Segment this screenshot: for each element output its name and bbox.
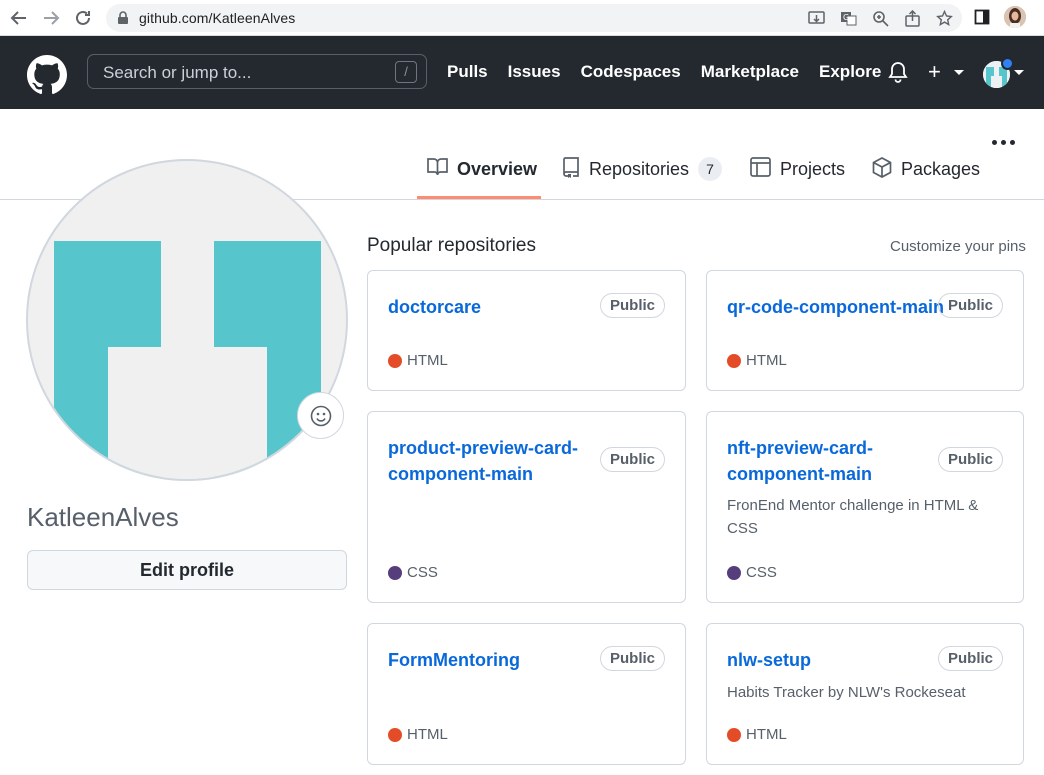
repo-name-link[interactable]: doctorcare <box>388 294 481 320</box>
tab-overview[interactable]: Overview <box>417 157 541 199</box>
nav-pulls[interactable]: Pulls <box>447 62 488 82</box>
repo-language: HTML <box>727 352 787 369</box>
set-status-smiley-icon[interactable] <box>297 392 344 439</box>
browser-profile-avatar[interactable] <box>1004 6 1026 28</box>
nav-codespaces[interactable]: Codespaces <box>581 62 681 82</box>
repo-name-link[interactable]: FormMentoring <box>388 647 520 673</box>
language-color-dot <box>388 565 402 580</box>
repo-card: nlw-setup Public Habits Tracker by NLW's… <box>706 623 1024 765</box>
forward-arrow-icon[interactable] <box>40 7 62 29</box>
share-icon[interactable] <box>902 8 922 28</box>
github-header: Search or jump to... / Pulls Issues Code… <box>0 36 1044 109</box>
language-label: CSS <box>407 564 438 581</box>
visibility-badge: Public <box>599 447 665 472</box>
search-input[interactable]: Search or jump to... / <box>87 54 427 89</box>
repo-name-line: nft-preview-card- <box>727 438 874 458</box>
popular-repositories-heading: Popular repositories <box>367 235 536 256</box>
address-bar[interactable]: github.com/KatleenAlves G <box>106 4 962 32</box>
language-color-dot <box>388 353 402 368</box>
repo-description: Habits Tracker by NLW's Rockeseat <box>727 684 966 701</box>
repo-name-link[interactable]: nlw-setup <box>727 647 811 673</box>
tab-packages[interactable]: Packages <box>872 157 980 199</box>
package-icon <box>872 157 892 183</box>
repo-card: FormMentoring Public HTML <box>367 623 686 765</box>
language-color-dot <box>727 727 741 742</box>
tab-repositories[interactable]: Repositories 7 <box>562 157 723 199</box>
customize-pins-link[interactable]: Customize your pins <box>890 238 1026 255</box>
reload-icon[interactable] <box>72 7 94 29</box>
repo-card: doctorcare Public HTML <box>367 270 686 391</box>
repo-name-line: component-main <box>388 464 534 484</box>
repo-card: qr-code-component-main Public HTML <box>706 270 1024 391</box>
language-label: HTML <box>407 352 448 369</box>
book-icon <box>427 157 448 182</box>
profile-username: KatleenAlves <box>27 502 179 532</box>
repo-card: product-preview-card- component-main Pub… <box>367 411 686 603</box>
create-caret-icon[interactable] <box>954 70 964 75</box>
repo-language: HTML <box>727 726 787 743</box>
edit-profile-button[interactable]: Edit profile <box>27 550 347 590</box>
repo-name-line: component-main <box>727 464 873 484</box>
visibility-badge: Public <box>599 646 665 671</box>
language-color-dot <box>388 727 402 742</box>
search-shortcut-key: / <box>395 61 417 83</box>
repo-language: CSS <box>727 564 777 581</box>
visibility-badge: Public <box>937 447 1003 472</box>
visibility-badge: Public <box>599 293 665 318</box>
bookmark-star-icon[interactable] <box>934 8 954 28</box>
repo-icon <box>562 157 580 183</box>
lock-icon[interactable] <box>117 11 129 30</box>
tab-projects-label: Projects <box>780 159 846 179</box>
nav-explore[interactable]: Explore <box>819 62 881 82</box>
search-placeholder: Search or jump to... <box>103 63 252 82</box>
more-options-icon[interactable] <box>992 140 1015 145</box>
repo-name-link[interactable]: product-preview-card- component-main <box>388 435 578 487</box>
language-color-dot <box>727 565 741 580</box>
side-panel-icon[interactable] <box>972 7 992 27</box>
repo-name-link[interactable]: nft-preview-card- component-main <box>727 435 873 487</box>
user-menu-caret-icon[interactable] <box>1014 70 1024 75</box>
create-new-plus-icon[interactable]: + <box>928 61 941 83</box>
tab-overview-label: Overview <box>457 159 538 179</box>
tab-repositories-label: Repositories <box>589 159 690 179</box>
profile-avatar <box>26 159 348 481</box>
repo-language: HTML <box>388 726 448 743</box>
visibility-badge: Public <box>937 293 1003 318</box>
repositories-count-badge: 7 <box>698 157 723 181</box>
nav-issues[interactable]: Issues <box>508 62 561 82</box>
tab-packages-label: Packages <box>901 159 981 179</box>
install-app-icon[interactable] <box>806 8 826 28</box>
zoom-icon[interactable] <box>870 8 890 28</box>
language-label: HTML <box>746 352 787 369</box>
language-label: CSS <box>746 564 777 581</box>
language-label: HTML <box>746 726 787 743</box>
tab-projects[interactable]: Projects <box>750 157 845 199</box>
language-label: HTML <box>407 726 448 743</box>
back-arrow-icon[interactable] <box>8 7 30 29</box>
nav-marketplace[interactable]: Marketplace <box>701 62 799 82</box>
language-color-dot <box>727 353 741 368</box>
svg-text:G: G <box>843 13 849 22</box>
notification-dot <box>1001 57 1014 70</box>
repo-card: nft-preview-card- component-main Public … <box>706 411 1024 603</box>
repo-description: FronEnd Mentor challenge in HTML & CSS <box>727 497 979 537</box>
github-logo-icon[interactable] <box>27 55 67 95</box>
visibility-badge: Public <box>937 646 1003 671</box>
repo-name-line: product-preview-card- <box>388 438 579 458</box>
repo-language: HTML <box>388 352 448 369</box>
global-nav: Pulls Issues Codespaces Marketplace Expl… <box>447 62 881 82</box>
repo-language: CSS <box>388 564 438 581</box>
url-text: github.com/KatleenAlves <box>139 10 296 26</box>
table-icon <box>750 157 771 182</box>
repo-name-link[interactable]: qr-code-component-main <box>727 294 944 320</box>
browser-toolbar: github.com/KatleenAlves G <box>0 0 1044 36</box>
translate-icon[interactable]: G <box>838 8 858 28</box>
notifications-bell-icon[interactable] <box>888 61 908 88</box>
